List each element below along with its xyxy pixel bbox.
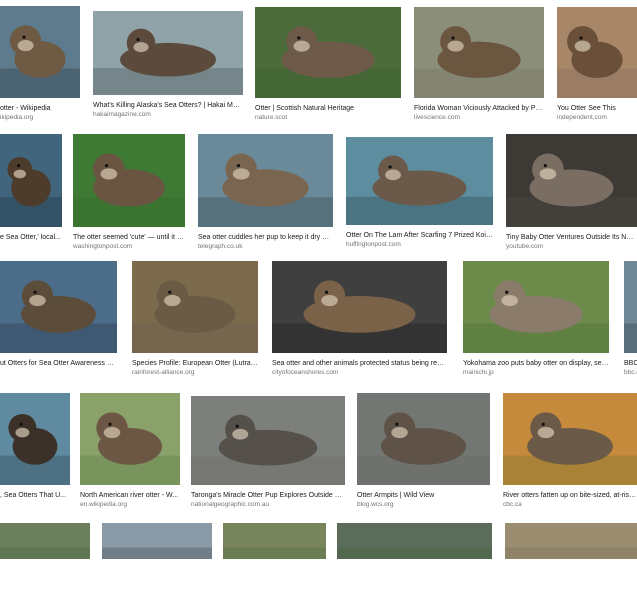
result-source: cbc.ca — [503, 501, 522, 508]
image-result[interactable]: Taronga's Miracle Otter Pup Explores Out… — [191, 396, 345, 515]
result-source: mainichi.jp — [463, 369, 494, 376]
result-thumbnail[interactable] — [463, 261, 609, 353]
result-source: en.wikipedia.org — [80, 501, 127, 508]
image-result[interactable]: Otter On The Lam After Scarfing 7 Prized… — [346, 137, 493, 255]
result-thumbnail[interactable] — [337, 523, 492, 559]
result-thumbnail[interactable] — [73, 134, 185, 227]
result-title[interactable]: Otter Armpits | Wild View — [357, 491, 490, 500]
image-result[interactable] — [0, 523, 90, 589]
result-title[interactable]: ut Otters for Sea Otter Awareness We... — [0, 359, 117, 368]
image-result[interactable]: otter - Wikipedia ikipedia.org — [0, 6, 80, 128]
result-source: huffingtonpost.com — [346, 241, 401, 248]
result-thumbnail[interactable] — [102, 523, 212, 559]
result-title[interactable]: Otter On The Lam After Scarfing 7 Prized… — [346, 231, 493, 240]
result-title[interactable]: BBC — [624, 359, 637, 368]
result-title[interactable]: North American river otter - W... — [80, 491, 180, 500]
result-title[interactable]: , Sea Otters That U... — [0, 491, 70, 500]
result-thumbnail[interactable] — [80, 393, 180, 485]
result-title[interactable]: Sea otter and other animals protected st… — [272, 359, 447, 368]
result-thumbnail[interactable] — [272, 261, 447, 353]
result-thumbnail[interactable] — [0, 6, 80, 98]
image-result[interactable]: Sea otter and other animals protected st… — [272, 261, 447, 383]
image-result[interactable]: Otter | Scottish Natural Heritage nature.… — [255, 7, 401, 128]
result-title[interactable]: You Otter See This — [557, 104, 637, 113]
image-result[interactable]: Otter Armpits | Wild View blog.wcs.org — [357, 393, 490, 515]
result-title[interactable]: Yokohama zoo puts baby otter on display,… — [463, 359, 609, 368]
result-source: cityofoceanshores.com — [272, 369, 339, 376]
image-result[interactable]: , Sea Otters That U... — [0, 393, 70, 515]
result-source: youtube.com — [506, 243, 544, 250]
result-title[interactable]: River otters fatten up on bite-sized, at… — [503, 491, 637, 500]
result-source: nature.scot — [255, 114, 288, 121]
image-result[interactable]: North American river otter - W... en.wiki… — [80, 393, 180, 515]
result-title[interactable]: otter - Wikipedia — [0, 104, 80, 113]
image-result[interactable]: The otter seemed 'cute' — until it le...… — [73, 134, 185, 257]
image-result[interactable]: Florida Woman Viciously Attacked by Pos.… — [414, 7, 544, 128]
result-source: bbc.c — [624, 369, 637, 376]
result-title[interactable]: Sea otter cuddles her pup to keep it dry… — [198, 233, 333, 242]
image-result[interactable]: Tiny Baby Otter Ventures Outside Its Nes… — [506, 134, 637, 257]
image-result[interactable] — [223, 523, 326, 589]
result-thumbnail[interactable] — [0, 134, 62, 227]
image-result[interactable]: ut Otters for Sea Otter Awareness We... — [0, 261, 117, 383]
result-thumbnail[interactable] — [93, 11, 243, 95]
result-title[interactable]: The otter seemed 'cute' — until it le... — [73, 233, 185, 242]
image-result[interactable]: Species Profile: European Otter (Lutra l… — [132, 261, 258, 383]
result-thumbnail[interactable] — [0, 393, 70, 485]
result-title[interactable]: What's Killing Alaska's Sea Otters? | Ha… — [93, 101, 243, 110]
result-thumbnail[interactable] — [624, 261, 637, 353]
result-source: nationalgeographic.com.au — [191, 501, 270, 508]
result-source: ikipedia.org — [0, 114, 34, 121]
result-source: washingtonpost.com — [73, 243, 133, 250]
result-title[interactable]: Florida Woman Viciously Attacked by Pos.… — [414, 104, 544, 113]
result-source: telegraph.co.uk — [198, 243, 243, 250]
result-thumbnail[interactable] — [503, 393, 637, 485]
result-title[interactable]: Tiny Baby Otter Ventures Outside Its Nes… — [506, 233, 637, 242]
result-thumbnail[interactable] — [255, 7, 401, 98]
image-result[interactable] — [505, 523, 637, 589]
result-source: hakaimagazine.com — [93, 111, 151, 118]
result-title[interactable]: Taronga's Miracle Otter Pup Explores Out… — [191, 491, 345, 500]
result-source: rainforest-alliance.org — [132, 369, 195, 376]
result-thumbnail[interactable] — [191, 396, 345, 485]
result-thumbnail[interactable] — [505, 523, 637, 559]
result-source: livescience.com — [414, 114, 460, 121]
result-thumbnail[interactable] — [557, 7, 637, 98]
result-source: blog.wcs.org — [357, 501, 394, 508]
image-result[interactable]: e Sea Otter,' local... — [0, 134, 62, 257]
result-thumbnail[interactable] — [198, 134, 333, 227]
image-result[interactable]: What's Killing Alaska's Sea Otters? | Ha… — [93, 11, 243, 125]
result-thumbnail[interactable] — [132, 261, 258, 353]
result-title[interactable]: Species Profile: European Otter (Lutra l… — [132, 359, 258, 368]
image-result[interactable]: River otters fatten up on bite-sized, at… — [503, 393, 637, 515]
result-thumbnail[interactable] — [223, 523, 326, 559]
result-thumbnail[interactable] — [414, 7, 544, 98]
result-thumbnail[interactable] — [346, 137, 493, 225]
image-result[interactable]: You Otter See This independent.com — [557, 7, 637, 128]
result-title[interactable]: e Sea Otter,' local... — [0, 233, 62, 242]
image-result[interactable] — [337, 523, 492, 589]
result-thumbnail[interactable] — [0, 261, 117, 353]
result-title[interactable]: Otter | Scottish Natural Heritage — [255, 104, 401, 113]
image-result[interactable]: Yokohama zoo puts baby otter on display,… — [463, 261, 609, 383]
result-thumbnail[interactable] — [0, 523, 90, 559]
result-source: independent.com — [557, 114, 607, 121]
image-result[interactable]: Sea otter cuddles her pup to keep it dry… — [198, 134, 333, 257]
image-result[interactable]: BBCbbc.c — [624, 261, 637, 383]
image-results-grid: otter - Wikipedia ikipedia.org What's Kill… — [0, 0, 637, 559]
result-thumbnail[interactable] — [357, 393, 490, 485]
result-thumbnail[interactable] — [506, 134, 637, 227]
image-result[interactable] — [102, 523, 212, 589]
